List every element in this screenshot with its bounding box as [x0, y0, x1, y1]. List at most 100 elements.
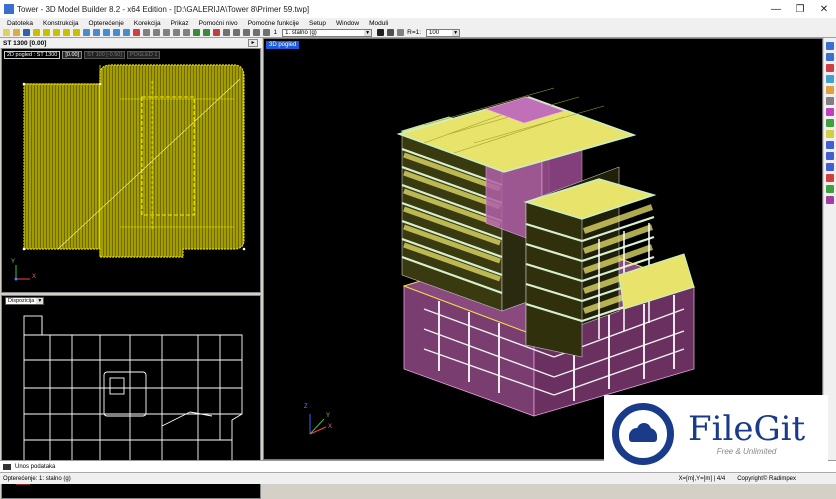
story-label: ST 1300 [0.00] [3, 39, 47, 47]
axis-x-label: X [32, 274, 37, 280]
redo-icon[interactable] [253, 29, 260, 36]
column-tool-icon[interactable] [63, 29, 70, 36]
chevron-down-icon: ▼ [364, 29, 372, 36]
scale-value: 100 [429, 29, 440, 36]
menu-datoteka[interactable]: Datoteka [2, 20, 38, 27]
zoom-icon[interactable] [223, 29, 230, 36]
hide-icon[interactable] [826, 173, 834, 182]
menu-pomocne-funkcije[interactable]: Pomoćne funkcije [243, 20, 304, 27]
shading-icon[interactable] [386, 29, 394, 36]
pan-icon[interactable] [233, 29, 240, 36]
axis-y-label: Y [11, 259, 16, 265]
load-case-select[interactable]: 1. stalno (g) ▼ [282, 28, 373, 37]
section-icon[interactable] [826, 107, 834, 116]
point-load-icon[interactable] [103, 29, 110, 36]
window-title: Tower - 3D Model Builder 8.2 - x64 Editi… [17, 4, 310, 14]
copy-icon[interactable] [153, 29, 160, 36]
view-front-icon[interactable] [826, 140, 834, 149]
menu-prikaz[interactable]: Prikaz [166, 20, 194, 27]
snap-icon[interactable] [826, 129, 834, 138]
tab-2d-view[interactable]: 2D pogled : ST 1300 [4, 51, 61, 59]
grid-icon[interactable] [826, 118, 834, 127]
filegit-logo-icon [612, 402, 674, 465]
filter-icon[interactable] [826, 63, 834, 72]
load-case-value: 1. stalno (g) [285, 29, 317, 36]
save-icon[interactable] [23, 29, 30, 36]
close-button[interactable]: ✕ [812, 0, 836, 18]
display-mode-icon[interactable] [376, 29, 384, 36]
area-load-icon[interactable] [123, 29, 130, 36]
opening-tool-icon[interactable] [73, 29, 80, 36]
rotate-icon[interactable] [163, 29, 170, 36]
menu-setup[interactable]: Setup [304, 20, 331, 27]
toolbar: 1 1. stalno (g) ▼ R=1: 100 ▼ [0, 28, 836, 38]
load-tool-icon[interactable] [93, 29, 100, 36]
menu-opterecenje[interactable]: Opterećenje [83, 20, 128, 27]
scale-icon[interactable] [183, 29, 190, 36]
story-nav-button[interactable]: ▸ [248, 39, 258, 47]
story-header: ST 1300 [0.00] ▸ [0, 38, 262, 48]
tab-story-100[interactable]: ST 100 [-0.50] [84, 51, 125, 59]
status-bar: Opterećenje: 1: stalno (g) X=[m],Y=[m] |… [0, 472, 836, 484]
chevron-down-icon: ▼ [452, 29, 460, 36]
globe-icon[interactable] [826, 74, 834, 83]
open-folder-icon[interactable] [13, 29, 20, 36]
menu-window[interactable]: Window [331, 20, 364, 27]
window-select-icon[interactable] [826, 52, 834, 61]
tab-view-1[interactable]: POGLED 1 [126, 51, 161, 59]
plan-view-2d[interactable]: 2D pogled : ST 1300 [0.00] ST 100 [-0.50… [1, 48, 261, 293]
app-icon [4, 4, 14, 14]
filegit-watermark: FileGit Free & Unlimited [604, 395, 828, 472]
color-icon[interactable] [826, 195, 834, 204]
select-icon[interactable] [826, 41, 834, 50]
calculate-icon[interactable] [203, 29, 210, 36]
left-panel: ST 1300 [0.00] ▸ 2D pogled : ST 1300 [0.… [0, 38, 262, 499]
delete-icon[interactable] [133, 29, 140, 36]
command-text[interactable]: Unos podataka [15, 464, 55, 470]
support-tool-icon[interactable] [83, 29, 90, 36]
layers-icon[interactable] [826, 85, 834, 94]
mirror-icon[interactable] [173, 29, 180, 36]
undo-icon[interactable] [243, 29, 250, 36]
beam-tool-icon[interactable] [53, 29, 60, 36]
status-units: X=[m],Y=[m] | 4/4 [678, 475, 726, 482]
new-file-icon[interactable] [3, 29, 10, 36]
mesh-icon[interactable] [193, 29, 200, 36]
tab-elevation[interactable]: [0.00] [62, 51, 83, 59]
show-icon[interactable] [826, 184, 834, 193]
menu-bar: Datoteka Konstrukcija Opterećenje Korekc… [0, 18, 836, 28]
menu-konstrukcija[interactable]: Konstrukcija [38, 20, 83, 27]
line-load-icon[interactable] [113, 29, 120, 36]
watermark-name: FileGit [688, 409, 806, 449]
wall-tool-icon[interactable] [43, 29, 50, 36]
load-case-number: 1 [273, 29, 278, 36]
axis-3d-x-label: X [328, 424, 333, 430]
keyboard-icon [3, 463, 11, 470]
axis-gizmo-2d [14, 265, 30, 281]
results-icon[interactable] [213, 29, 220, 36]
axis-3d-y-label: Y [326, 413, 331, 419]
status-load-case: Opterećenje: 1: stalno (g) [3, 475, 71, 482]
maximize-button[interactable]: ❐ [788, 0, 812, 18]
minimize-button[interactable]: — [764, 0, 788, 18]
chevron-down-icon: ▼ [36, 298, 44, 304]
floor-plan-drawing [14, 64, 246, 281]
scale-select[interactable]: 100 ▼ [426, 28, 461, 37]
menu-moduli[interactable]: Moduli [364, 20, 393, 27]
status-copyright: Copyright© Radimpex [737, 475, 796, 482]
disposition-value: Dispozicija [8, 298, 35, 304]
axis-gizmo-3d [309, 414, 327, 435]
menu-pomocni-nivo[interactable]: Pomoćni nivo [194, 20, 243, 27]
slab-tool-icon[interactable] [33, 29, 40, 36]
disposition-select[interactable]: Dispozicija ▼ [5, 297, 45, 305]
view-top-icon[interactable] [826, 162, 834, 171]
refresh-icon[interactable] [263, 29, 270, 36]
view-side-icon[interactable] [826, 151, 834, 160]
move-icon[interactable] [143, 29, 150, 36]
view-tabs: 2D pogled : ST 1300 [0.00] ST 100 [-0.50… [4, 51, 161, 59]
title-bar: Tower - 3D Model Builder 8.2 - x64 Editi… [0, 0, 836, 18]
axis-3d-z-label: Z [304, 404, 308, 410]
render-icon[interactable] [396, 29, 404, 36]
measure-icon[interactable] [826, 96, 834, 105]
menu-korekcija[interactable]: Korekcija [129, 20, 166, 27]
